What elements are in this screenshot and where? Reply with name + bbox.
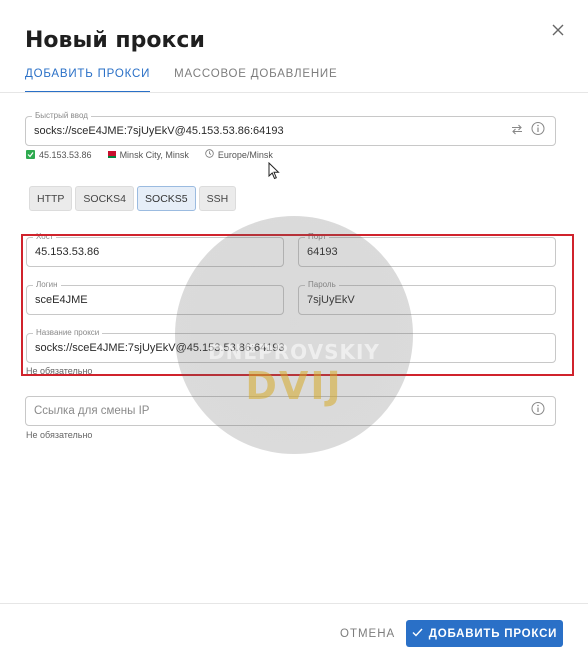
cancel-button[interactable]: ОТМЕНА bbox=[332, 621, 403, 647]
new-proxy-dialog: Новый прокси ДОБАВИТЬ ПРОКСИ МАССОВОЕ ДО… bbox=[0, 0, 588, 670]
protocol-socks4-button[interactable]: SOCKS4 bbox=[75, 186, 135, 211]
change-ip-url-placeholder: Ссылка для смены IP bbox=[34, 405, 150, 417]
checkmark-icon bbox=[412, 628, 423, 640]
quick-input-value: socks://sceE4JME:7sjUyEkV@45.153.53.86:6… bbox=[34, 125, 284, 137]
tab-bar: ДОБАВИТЬ ПРОКСИ МАССОВОЕ ДОБАВЛЕНИЕ bbox=[25, 68, 361, 94]
clock-icon bbox=[205, 149, 214, 160]
tab-bulk-add[interactable]: МАССОВОЕ ДОБАВЛЕНИЕ bbox=[174, 68, 337, 93]
protocol-socks5-button[interactable]: SOCKS5 bbox=[137, 186, 196, 211]
proxy-check-status: 45.153.53.86 Minsk City, Minsk Europe/Mi… bbox=[26, 149, 273, 160]
mouse-cursor-icon bbox=[268, 161, 280, 185]
belarus-flag-icon bbox=[107, 151, 116, 158]
protocol-toggle-group: HTTP SOCKS4 SOCKS5 SSH bbox=[29, 186, 237, 211]
protocol-http-button[interactable]: HTTP bbox=[29, 186, 73, 211]
protocol-ssh-button[interactable]: SSH bbox=[198, 186, 237, 211]
info-icon[interactable] bbox=[531, 122, 545, 141]
close-icon[interactable] bbox=[548, 20, 568, 40]
add-proxy-button[interactable]: ДОБАВИТЬ ПРОКСИ bbox=[406, 620, 563, 647]
info-icon[interactable] bbox=[531, 402, 545, 421]
swap-arrows-icon[interactable] bbox=[511, 122, 523, 140]
quick-input-label: Быстрый ввод bbox=[32, 111, 91, 121]
status-location: Minsk City, Minsk bbox=[119, 149, 189, 160]
change-ip-url-hint: Не обязательно bbox=[26, 430, 93, 440]
status-timezone: Europe/Minsk bbox=[217, 149, 273, 160]
status-ip: 45.153.53.86 bbox=[39, 149, 92, 160]
tabs-divider bbox=[0, 92, 588, 93]
quick-input-field[interactable]: Быстрый ввод socks://sceE4JME:7sjUyEkV@4… bbox=[25, 111, 556, 146]
tab-add-proxy[interactable]: ДОБАВИТЬ ПРОКСИ bbox=[25, 68, 151, 93]
dialog-title: Новый прокси bbox=[25, 28, 205, 53]
check-success-icon bbox=[26, 150, 35, 159]
highlight-annotation-box bbox=[21, 234, 574, 376]
footer-divider bbox=[0, 603, 588, 604]
change-ip-url-field[interactable]: Ссылка для смены IP bbox=[25, 396, 556, 426]
add-proxy-button-label: ДОБАВИТЬ ПРОКСИ bbox=[428, 627, 558, 640]
